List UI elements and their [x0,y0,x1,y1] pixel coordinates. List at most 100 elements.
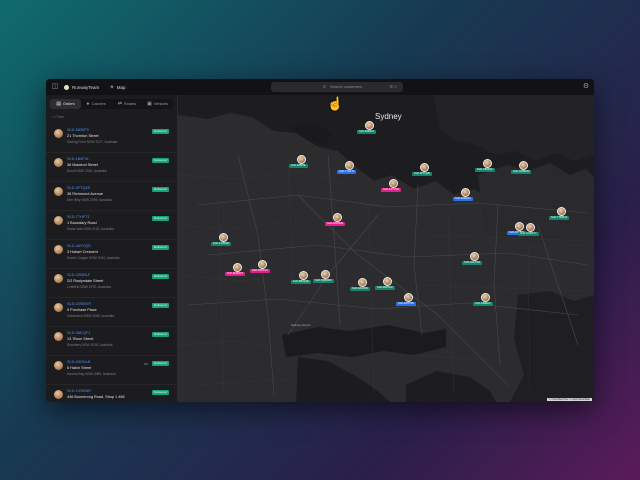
courier-marker-icon[interactable] [519,161,528,170]
brand-name: RunwayTeam [72,84,100,90]
courier-marker-icon[interactable] [515,222,524,231]
sidebar-toggle-icon[interactable]: ◫ [51,83,59,91]
list-item[interactable]: SLD-1V3W6R 446 Bunnerong Road, Shop 1 466… [46,385,177,402]
marker-label[interactable]: SLD-1V3W6R [211,242,232,246]
marker-label[interactable]: SLD-G9SBVR [511,170,532,174]
marker-label[interactable]: SLD-2GLT6W [462,261,483,265]
list-item[interactable]: SLD-9AEQF1 13 Tilson Street Rosebery NSW 2… [46,327,177,356]
list-item[interactable]: SLD-G9SBVR 9 Purchase Place Greenwich NSW … [46,298,177,327]
map-view[interactable]: Sydney Sydney Airport SLD-6830FS SLD-1B5F… [178,95,594,402]
chat-icon[interactable]: ▭ [144,361,148,366]
courier-marker-icon[interactable] [297,155,306,164]
order-address: 2/2 Roslyndale Street [67,279,104,283]
order-code[interactable]: SLD-G9SBVR [67,302,91,306]
courier-marker-icon[interactable] [233,263,242,272]
order-code[interactable]: SLD-4AYVQD [67,244,91,248]
tab-orders[interactable]: ▤ Orders [50,99,81,109]
courier-marker-icon[interactable] [389,179,398,188]
status-badge: Delivered [152,187,169,192]
truck-icon: ▣ [147,101,152,107]
list-item[interactable]: SLD-C8NBLF 2/2 Roslyndale Street Lindfield… [46,269,177,298]
tab-vehicles[interactable]: ▣ Vehicles [142,99,173,109]
marker-label[interactable]: SLD-7TRW2A [549,216,570,220]
courier-avatar [54,303,63,312]
order-suburb: Darling Point NSW 2027, Australia [67,140,118,144]
tab-couriers[interactable]: ● Couriers [81,99,112,109]
courier-marker-icon[interactable] [470,252,479,261]
section-name: Map [116,84,126,90]
order-code[interactable]: SLD-3FTQ4B [67,186,90,190]
list-item[interactable]: SLD-T7HFT1 1 Boundary Road Mona Vale NSW 2… [46,211,177,240]
order-suburb: Neutral Bay NSW 2089, Australia [67,372,116,376]
courier-avatar [54,390,63,399]
order-suburb: Greenwich NSW 2065, Australia [67,314,115,318]
courier-marker-icon[interactable] [365,121,374,130]
status-badge: Delivered [152,216,169,221]
tab-routes[interactable]: ⇄ Routes [112,99,143,109]
order-code[interactable]: SLD-1V3W6R [67,389,91,393]
courier-marker-icon[interactable] [557,207,566,216]
order-suburb: Mona Vale NSW 2103, Australia [67,227,114,231]
marker-label[interactable]: SLD-1B5F5L [289,164,308,168]
workspace-switcher[interactable]: RunwayTeam ◈ Map [64,82,126,92]
marker-label[interactable]: SLD-5NFA4U [250,269,270,273]
courier-avatar [54,332,63,341]
courier-marker-icon[interactable] [333,213,342,222]
courier-avatar [54,187,63,196]
top-bar: ◫ RunwayTeam ◈ Map ⌕ Search customers ⌘ … [46,79,594,96]
marker-label[interactable]: SLD-3FTQ4B [412,172,432,176]
order-code[interactable]: SLD-K5DNLB [67,360,90,364]
courier-marker-icon[interactable] [404,293,413,302]
marker-label[interactable]: SLD-5QBW9C [313,279,334,283]
courier-marker-icon[interactable] [383,277,392,286]
courier-marker-icon[interactable] [219,233,228,242]
marker-label[interactable]: SLD-8BKQ3E [291,280,312,284]
marker-label[interactable]: SLD-8HNR3T [225,272,245,276]
marker-label[interactable]: SLD-3ZLM6N [350,287,370,291]
list-item[interactable]: SLD-6830FS 21 Thornton Street Darling Poin… [46,124,177,153]
settings-icon[interactable]: ⚙ [582,83,590,91]
global-search-input[interactable]: ⌕ Search customers ⌘ K [271,82,403,92]
tab-label: Routes [123,102,136,106]
marker-label[interactable]: SLD-4MTV8S [396,302,416,306]
marker-label[interactable]: SLD-9AEQF1 [453,197,473,201]
courier-marker-icon[interactable] [258,260,267,269]
order-suburb: Dee Why NSW 2099, Australia [67,198,112,202]
marker-label[interactable]: SLD-9JRE2H [473,302,493,306]
map-attribution[interactable]: © OpenMapTiles © OpenStreetMap [546,398,592,401]
marker-label[interactable]: SLD-1CWX7Y [518,232,539,236]
courier-marker-icon[interactable] [345,161,354,170]
status-badge: Delivered [152,129,169,134]
courier-marker-icon[interactable] [481,293,490,302]
order-code[interactable]: SLD-C8NBLF [67,273,90,277]
order-code[interactable]: SLD-9AEQF1 [67,331,90,335]
order-address: 36 Macleod Street [67,163,98,167]
order-code[interactable]: SLD-1B5F5L [67,157,89,161]
courier-marker-icon[interactable] [299,271,308,280]
courier-marker-icon[interactable] [483,159,492,168]
user-icon: ● [86,101,90,107]
marker-label[interactable]: SLD-T7HFT1 [337,170,357,174]
order-code[interactable]: SLD-T7HFT1 [67,215,90,219]
courier-marker-icon[interactable] [358,278,367,287]
order-address: 13 Tilson Street [67,337,94,341]
sidebar: ▤ Orders ● Couriers ⇄ Routes ▣ Vehicles … [46,95,178,402]
marker-label[interactable]: SLD-C8NBLF [475,168,495,172]
order-address: 1 Boundary Road [67,221,97,225]
sidebar-filter-input[interactable]: ⌕ Filter [52,114,171,120]
search-shortcut: ⌘ K [389,84,397,89]
list-item[interactable]: SLD-1B5F5L 36 Macleod Street Bondi NSW 202… [46,153,177,182]
list-item[interactable]: SLD-3FTQ4B 38 Richmond Avenue Dee Why NSW … [46,182,177,211]
marker-label[interactable]: SLD-6DPG1K [375,286,396,290]
courier-marker-icon[interactable] [526,223,535,232]
marker-label[interactable]: SLD-K5DNLB [325,222,346,226]
list-item[interactable]: SLD-4AYVQD 3 Hobart Crescent South Coogee … [46,240,177,269]
marker-label[interactable]: SLD-4AYVQD [381,188,402,192]
courier-marker-icon[interactable] [321,270,330,279]
courier-marker-icon[interactable] [420,163,429,172]
order-code[interactable]: SLD-6830FS [67,128,89,132]
marker-label[interactable]: SLD-6830FS [357,130,376,134]
app-window: ◫ RunwayTeam ◈ Map ⌕ Search customers ⌘ … [46,79,594,402]
list-item[interactable]: SLD-K5DNLB 6 Hatch Street Neutral Bay NSW … [46,356,177,385]
courier-marker-icon[interactable] [461,188,470,197]
